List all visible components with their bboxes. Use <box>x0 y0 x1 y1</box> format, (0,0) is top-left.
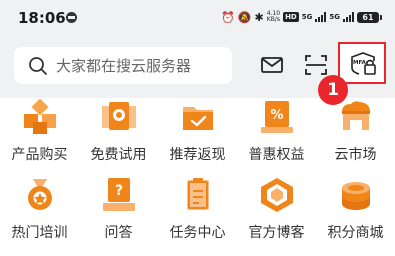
grid-item-task-center[interactable]: 任务中心 <box>158 176 237 254</box>
grid-item-label: 问答 <box>104 225 133 241</box>
do-not-disturb-icon <box>66 12 77 23</box>
task-clipboard-icon <box>187 178 209 210</box>
grid-item-referral-cashback[interactable]: 推荐返现 <box>158 98 237 176</box>
grid-row-1: 产品购买 免费试用 推荐返现 % 普惠权益 云市场 <box>0 98 395 176</box>
coin-stack-icon <box>342 182 370 210</box>
mfa-label: MFA <box>353 60 367 66</box>
cloud-market-icon <box>342 101 370 130</box>
search-bar[interactable]: 大家都在搜云服务器 <box>14 47 232 84</box>
function-grid: 产品购买 免费试用 推荐返现 % 普惠权益 云市场 热门培训 ? 问答 任务中心… <box>0 98 395 254</box>
grid-item-inclusive-benefits[interactable]: % 普惠权益 <box>237 98 316 176</box>
grid-item-label: 官方博客 <box>248 225 305 241</box>
network-speed: 4.10 KB/s <box>267 11 280 23</box>
svg-text:?: ? <box>115 183 123 199</box>
scan-icon[interactable] <box>303 52 329 78</box>
grid-item-product-purchase[interactable]: 产品购买 <box>0 98 79 176</box>
network-speed-unit: KB/s <box>266 16 280 23</box>
free-trial-icon <box>102 102 136 130</box>
mfa-lock-icon: MFA <box>351 52 376 75</box>
status-bar: 18:06 ⏰ 🔕 ✱ 4.10 KB/s HD 5G 5G 61 <box>0 0 395 36</box>
grid-row-2: 热门培训 ? 问答 任务中心 官方博客 积分商城 <box>0 176 395 254</box>
svg-text:%: % <box>270 108 283 123</box>
grid-item-popular-training[interactable]: 热门培训 <box>0 176 79 254</box>
grid-item-qa[interactable]: ? 问答 <box>79 176 158 254</box>
search-placeholder: 大家都在搜云服务器 <box>56 57 192 75</box>
question-icon: ? <box>103 178 135 211</box>
grid-item-label: 热门培训 <box>11 225 68 241</box>
grid-item-label: 积分商城 <box>327 225 384 241</box>
training-badge-icon <box>28 179 52 210</box>
battery-icon: 61 <box>357 11 382 23</box>
grid-item-label: 普惠权益 <box>248 147 305 163</box>
bluetooth-icon: ✱ <box>254 10 264 24</box>
mute-icon: 🔕 <box>237 10 252 24</box>
grid-item-label: 任务中心 <box>169 225 226 241</box>
grid-item-free-trial[interactable]: 免费试用 <box>79 98 158 176</box>
alarm-icon: ⏰ <box>221 10 235 24</box>
grid-item-label: 推荐返现 <box>169 147 226 163</box>
grid-item-label: 产品购买 <box>11 147 68 163</box>
signal-icon-2 <box>343 12 354 22</box>
grid-item-points-mall[interactable]: 积分商城 <box>316 176 395 254</box>
status-icons: ⏰ 🔕 ✱ 4.10 KB/s HD 5G 5G 61 <box>221 8 382 26</box>
hd-voice-icon: HD <box>283 12 299 22</box>
grid-item-label: 免费试用 <box>90 147 147 163</box>
status-time: 18:06 <box>18 9 66 27</box>
grid-item-cloud-market[interactable]: 云市场 <box>316 98 395 176</box>
network-type-2: 5G <box>329 13 340 21</box>
signal-icon-1 <box>315 12 327 22</box>
blog-cube-icon <box>261 178 293 212</box>
grid-item-official-blog[interactable]: 官方博客 <box>237 176 316 254</box>
grid-item-label: 云市场 <box>334 147 377 163</box>
search-icon <box>29 56 47 75</box>
mfa-button[interactable]: MFA <box>338 42 386 84</box>
folder-check-icon <box>183 107 213 130</box>
mail-icon[interactable] <box>259 52 285 78</box>
discount-bag-icon: % <box>261 101 293 133</box>
network-type-1: 5G <box>301 13 313 21</box>
boxes-icon <box>24 98 56 134</box>
